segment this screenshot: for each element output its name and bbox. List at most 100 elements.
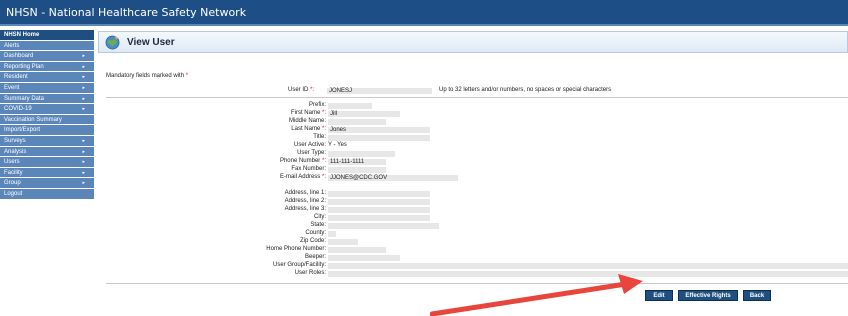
- fax-number-label: Fax Number:: [291, 166, 326, 172]
- phone-number-field: 111-111-1111: [328, 158, 386, 165]
- sidebar-item-label: Summary Data: [4, 95, 45, 102]
- user-active-value: Y - Yes: [328, 142, 347, 148]
- sidebar-item-label: Event: [4, 84, 20, 91]
- last-name-row: Last Name *:: [98, 126, 326, 133]
- city-label: City:: [314, 214, 326, 220]
- address3-field: [328, 206, 430, 213]
- user-group-label: User Group/Facility:: [272, 262, 326, 268]
- address1-row: Address, line 1:: [98, 190, 326, 197]
- city-field: [328, 214, 430, 221]
- page-header: View User: [98, 31, 848, 53]
- user-group-row: User Group/Facility:: [98, 262, 326, 269]
- chevron-right-icon: ▸: [82, 53, 85, 60]
- sidebar-item-vaccination-summary[interactable]: Vaccination Summary: [0, 114, 94, 126]
- sidebar-item-logout[interactable]: Logout: [0, 188, 94, 200]
- sidebar-item-analysis[interactable]: Analysis ▸: [0, 146, 94, 158]
- user-active-label: User Active:: [293, 142, 326, 148]
- sidebar-item-surveys[interactable]: Surveys ▸: [0, 135, 94, 147]
- user-type-label: User Type:: [297, 150, 326, 156]
- user-roles-label: User Roles:: [294, 270, 326, 276]
- sidebar-item-label: Facility: [4, 169, 23, 176]
- sidebar-item-label: Reporting Plan: [4, 63, 44, 70]
- first-name-field: Jill: [328, 110, 400, 117]
- user-id-hint: Up to 32 letters and/or numbers, no spac…: [439, 87, 612, 93]
- sidebar-item-label: Alerts: [4, 42, 20, 49]
- home-phone-label: Home Phone Number:: [266, 246, 326, 252]
- chevron-right-icon: ▸: [82, 180, 85, 187]
- chevron-right-icon: ▸: [82, 95, 85, 102]
- address2-row: Address, line 2:: [98, 198, 326, 205]
- app-title: NHSN - National Healthcare Safety Networ…: [6, 6, 247, 19]
- chevron-right-icon: ▸: [82, 148, 85, 155]
- required-star: *: [321, 110, 325, 116]
- required-star: *: [321, 126, 325, 132]
- user-type-field: [328, 150, 395, 157]
- county-field: [328, 230, 336, 237]
- prefix-label: Prefix:: [308, 102, 326, 108]
- user-type-row: User Type:: [98, 150, 326, 157]
- sidebar-item-label: Resident: [4, 74, 28, 81]
- sidebar-item-import-export[interactable]: Import/Export: [0, 125, 94, 136]
- sidebar-item-facility[interactable]: Facility ▸: [0, 167, 94, 179]
- effective-rights-button[interactable]: Effective Rights: [678, 290, 738, 301]
- sidebar-item-reporting-plan[interactable]: Reporting Plan ▸: [0, 61, 94, 73]
- sidebar-item-alerts[interactable]: Alerts: [0, 40, 94, 52]
- address1-label: Address, line 1:: [284, 190, 326, 196]
- address3-row: Address, line 3:: [98, 206, 326, 213]
- sidebar-item-label: Logout: [4, 190, 23, 197]
- email-row: E-mail Address *:: [98, 174, 326, 181]
- sidebar-item-group[interactable]: Group ▸: [0, 178, 94, 189]
- sidebar-item-nhsn-home[interactable]: NHSN Home: [0, 30, 94, 41]
- sidebar-item-label: Import/Export: [4, 127, 41, 134]
- first-name-row: First Name *:: [98, 110, 326, 117]
- beeper-row: Beeper:: [98, 254, 326, 261]
- phone-number-label-wrap: Phone Number *:: [279, 158, 326, 164]
- globe-icon: [105, 35, 120, 50]
- phone-number-row: Phone Number *:: [98, 158, 326, 165]
- home-phone-field: [328, 246, 386, 253]
- required-star: *: [321, 158, 325, 164]
- sidebar-item-summary-data[interactable]: Summary Data ▸: [0, 93, 94, 105]
- user-id-field: JONESJ: [327, 87, 432, 94]
- county-row: County:: [98, 230, 326, 237]
- last-name-label-wrap: Last Name *:: [291, 126, 326, 132]
- first-name-label-wrap: First Name *:: [290, 110, 326, 116]
- user-id-label-text: User ID: [288, 87, 309, 93]
- required-star: *: [321, 174, 325, 180]
- sidebar-item-label: Vaccination Summary: [4, 116, 62, 123]
- chevron-right-icon: ▸: [82, 159, 85, 166]
- beeper-label: Beeper:: [304, 254, 326, 260]
- sidebar-item-label: Dashboard: [4, 53, 34, 60]
- state-field: [328, 222, 439, 229]
- user-roles-row: User Roles:: [98, 270, 326, 277]
- sidebar-item-dashboard[interactable]: Dashboard ▸: [0, 51, 94, 62]
- sidebar-item-label: Users: [4, 159, 20, 166]
- sidebar-item-covid-19[interactable]: COVID-19 ▸: [0, 104, 94, 115]
- sidebar-nav: NHSN Home Alerts Dashboard ▸ Reporting Pl…: [0, 30, 94, 200]
- sidebar-item-users[interactable]: Users ▸: [0, 157, 94, 168]
- sidebar-item-label: Group: [4, 180, 21, 187]
- city-row: City:: [98, 214, 326, 221]
- mandatory-note-text: Mandatory fields marked with: [106, 73, 185, 79]
- first-name-label: First Name: [290, 110, 321, 116]
- edit-button[interactable]: Edit: [645, 290, 673, 301]
- back-button[interactable]: Back: [743, 290, 771, 301]
- middle-name-row: Middle Name:: [98, 118, 326, 125]
- address2-label: Address, line 2:: [284, 198, 326, 204]
- prefix-field: [328, 102, 372, 109]
- county-label: County:: [305, 230, 326, 236]
- email-label: E-mail Address: [279, 174, 321, 180]
- sidebar-item-resident[interactable]: Resident ▸: [0, 72, 94, 83]
- page-title: View User: [127, 37, 175, 48]
- chevron-right-icon: ▸: [82, 63, 85, 70]
- fax-number-field: [328, 166, 386, 173]
- phone-number-label: Phone Number: [279, 158, 321, 164]
- middle-name-label: Middle Name:: [288, 118, 326, 124]
- mandatory-note: Mandatory fields marked with *: [106, 73, 188, 79]
- last-name-field: Jones: [328, 126, 430, 133]
- user-group-field: [328, 262, 848, 269]
- user-active-row: User Active:: [98, 142, 326, 149]
- required-star: *: [185, 73, 189, 79]
- address1-field: [328, 190, 430, 197]
- sidebar-item-event[interactable]: Event ▸: [0, 82, 94, 94]
